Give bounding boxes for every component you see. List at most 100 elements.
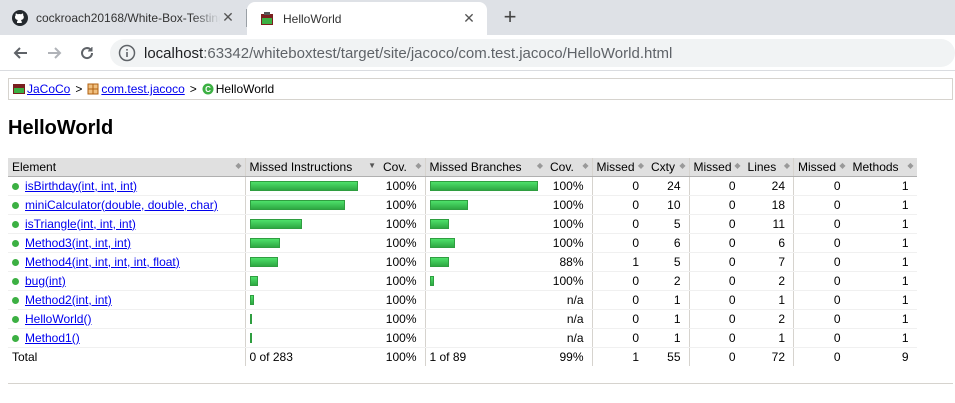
missed-instructions-cell xyxy=(244,195,379,215)
methods-missed-cell: 0 xyxy=(793,214,849,234)
back-button[interactable] xyxy=(9,41,33,65)
address-bar[interactable]: localhost:63342/whiteboxtest/target/site… xyxy=(110,39,955,67)
column-header-branch-cov[interactable]: Cov. ◆ xyxy=(546,158,592,177)
instruction-coverage-bar xyxy=(249,333,252,344)
column-header-methods-missed[interactable]: Missed ◆ xyxy=(793,158,849,177)
sort-icon: ◆ xyxy=(679,161,686,170)
missed-instructions-cell xyxy=(244,252,379,272)
reload-icon xyxy=(81,47,94,60)
element-cell: Method2(int, int) xyxy=(8,290,245,310)
missed-instructions-cell xyxy=(244,271,379,291)
cxty-missed-cell: 0 xyxy=(591,290,647,310)
lines-missed-cell: 0 xyxy=(688,195,744,215)
column-header-cxty-missed[interactable]: Missed ◆ xyxy=(591,158,647,177)
methods-cell: 1 xyxy=(848,195,917,215)
forward-button[interactable] xyxy=(42,41,66,65)
total-cxty: 55 xyxy=(647,346,689,366)
instruction-coverage-bar xyxy=(249,238,280,249)
branch-cov-cell: 100% xyxy=(546,176,592,196)
column-header-methods[interactable]: Methods ◆ xyxy=(848,158,917,177)
total-methods-missed: 0 xyxy=(793,346,849,366)
breadcrumb-separator: > xyxy=(189,82,197,96)
instr-cov-cell: 100% xyxy=(379,328,425,348)
method-bullet-icon xyxy=(12,258,19,266)
methods-cell: 1 xyxy=(848,214,917,234)
method-link[interactable]: isBirthday(int, int, int) xyxy=(25,179,137,193)
column-header-label: Missed Instructions xyxy=(249,159,353,174)
table-row: Method1() 100% n/a 0 1 0 1 0 1 xyxy=(8,328,917,348)
column-header-missed-instructions[interactable]: Missed Instructions ▼ xyxy=(244,158,379,177)
missed-branches-cell xyxy=(424,252,546,272)
column-header-lines[interactable]: Lines ◆ xyxy=(743,158,794,177)
lines-missed-cell: 0 xyxy=(688,309,744,329)
package-icon xyxy=(87,83,99,95)
reload-button[interactable] xyxy=(75,41,99,65)
method-link[interactable]: Method1() xyxy=(25,331,80,345)
missed-branches-cell xyxy=(424,214,546,234)
column-header-label: Cov. xyxy=(550,159,574,174)
methods-cell: 1 xyxy=(848,252,917,272)
branch-coverage-bar xyxy=(429,257,449,268)
method-link[interactable]: isTriangle(int, int, int) xyxy=(25,217,136,231)
column-header-instr-cov[interactable]: Cov. ◆ xyxy=(379,158,425,177)
lines-cell: 6 xyxy=(743,233,794,253)
missed-branches-cell xyxy=(424,290,546,310)
element-cell: bug(int) xyxy=(8,271,245,291)
svg-text:C: C xyxy=(205,85,211,94)
sort-icon: ◆ xyxy=(783,161,791,170)
methods-missed-cell: 0 xyxy=(793,252,849,272)
lines-cell: 2 xyxy=(743,309,794,329)
instruction-coverage-bar xyxy=(249,181,358,192)
missed-branches-cell xyxy=(424,309,546,329)
close-tab-icon[interactable]: ✕ xyxy=(220,9,236,26)
branch-cov-cell: n/a xyxy=(546,309,592,329)
breadcrumb-package-link[interactable]: com.test.jacoco xyxy=(101,82,184,96)
cxty-cell: 5 xyxy=(647,252,689,272)
browser-tab-helloworld[interactable]: HelloWorld ✕ xyxy=(247,2,487,35)
branch-cov-cell: 88% xyxy=(546,252,592,272)
close-tab-icon[interactable]: ✕ xyxy=(461,10,477,27)
instr-cov-cell: 100% xyxy=(379,271,425,291)
method-link[interactable]: HelloWorld() xyxy=(25,312,91,326)
column-header-cxty[interactable]: Cxty ◆ xyxy=(647,158,689,177)
column-header-label: Cxty xyxy=(651,159,675,174)
method-bullet-icon xyxy=(12,239,19,247)
new-tab-button[interactable]: + xyxy=(498,4,522,29)
column-header-missed-branches[interactable]: Missed Branches ◆ xyxy=(424,158,546,177)
methods-missed-cell: 0 xyxy=(793,328,849,348)
breadcrumb-root-link[interactable]: JaCoCo xyxy=(27,82,70,96)
cxty-cell: 24 xyxy=(647,176,689,196)
missed-branches-cell xyxy=(424,233,546,253)
methods-missed-cell: 0 xyxy=(793,290,849,310)
method-link[interactable]: bug(int) xyxy=(25,274,66,288)
sort-icon: ◆ xyxy=(536,161,543,170)
coverage-table: Element ◆ Missed Instructions ▼ Cov. ◆ Miss… xyxy=(8,158,917,366)
cxty-cell: 1 xyxy=(647,290,689,310)
total-lines: 72 xyxy=(743,346,794,366)
method-link[interactable]: Method4(int, int, int, int, float) xyxy=(25,255,180,269)
browser-tab-github[interactable]: cockroach20168/White-Box-Testing ✕ xyxy=(0,0,246,35)
cxty-missed-cell: 0 xyxy=(591,176,647,196)
column-header-element[interactable]: Element ◆ xyxy=(8,158,245,177)
branch-cov-cell: n/a xyxy=(546,328,592,348)
instr-cov-cell: 100% xyxy=(379,233,425,253)
lines-missed-cell: 0 xyxy=(688,214,744,234)
column-header-lines-missed[interactable]: Missed ◆ xyxy=(688,158,744,177)
column-header-label: Missed Branches xyxy=(429,159,522,174)
total-missed-branches: 1 of 89 xyxy=(424,346,546,366)
instr-cov-cell: 100% xyxy=(379,309,425,329)
class-icon: C xyxy=(202,83,214,95)
info-icon[interactable] xyxy=(118,44,136,62)
method-link[interactable]: Method3(int, int, int) xyxy=(25,236,131,250)
method-link[interactable]: Method2(int, int) xyxy=(25,293,112,307)
arrow-left-icon xyxy=(13,47,27,59)
report-icon xyxy=(13,84,25,94)
branch-coverage-bar xyxy=(429,200,468,211)
address-host: localhost xyxy=(144,44,204,62)
cxty-missed-cell: 0 xyxy=(591,328,647,348)
lines-cell: 24 xyxy=(743,176,794,196)
sort-icon: ◆ xyxy=(907,161,914,170)
method-link[interactable]: miniCalculator(double, double, char) xyxy=(25,198,218,212)
lines-missed-cell: 0 xyxy=(688,176,744,196)
instruction-coverage-bar xyxy=(249,295,254,306)
